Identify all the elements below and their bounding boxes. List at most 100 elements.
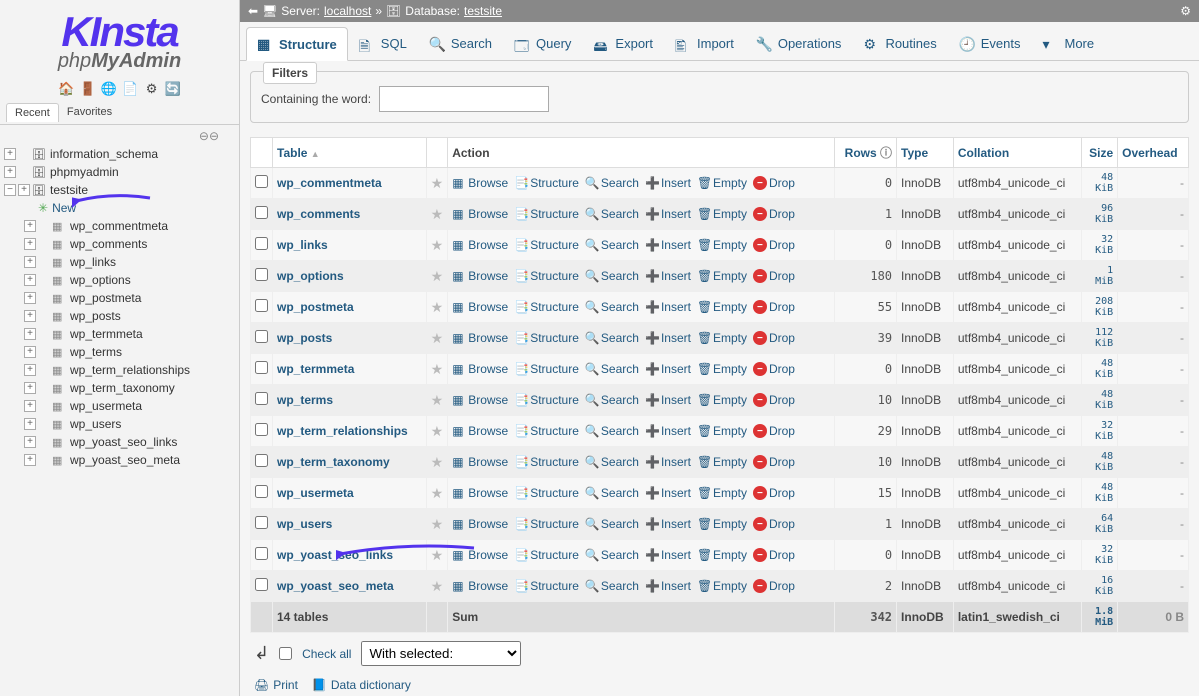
favorite-star[interactable]: ★ xyxy=(426,230,448,261)
favorite-star[interactable]: ★ xyxy=(426,261,448,292)
drop-link[interactable]: −Drop xyxy=(753,455,795,469)
empty-link[interactable]: 🗑Empty xyxy=(697,486,747,500)
favorite-star[interactable]: ★ xyxy=(426,354,448,385)
empty-link[interactable]: 🗑Empty xyxy=(697,424,747,438)
insert-link[interactable]: ➕Insert xyxy=(645,486,691,500)
collapse-icon[interactable]: ⊖⊖ xyxy=(0,125,239,145)
structure-link[interactable]: 📑Structure xyxy=(514,548,579,562)
browse-link[interactable]: ▦Browse xyxy=(452,424,508,438)
search-link[interactable]: 🔍Search xyxy=(585,238,639,252)
insert-link[interactable]: ➕Insert xyxy=(645,300,691,314)
structure-link[interactable]: 📑Structure xyxy=(514,331,579,345)
expand-icon[interactable]: + xyxy=(24,220,36,232)
empty-link[interactable]: 🗑Empty xyxy=(697,455,747,469)
tree-table-wp_yoast_seo_links[interactable]: ++wp_yoast_seo_links xyxy=(4,433,235,451)
nav-left-icon[interactable]: ⬅ xyxy=(248,4,258,18)
empty-link[interactable]: 🗑Empty xyxy=(697,176,747,190)
col-collation[interactable]: Collation xyxy=(953,138,1081,168)
expand-icon[interactable]: − xyxy=(4,184,16,196)
insert-link[interactable]: ➕Insert xyxy=(645,176,691,190)
insert-link[interactable]: ➕Insert xyxy=(645,331,691,345)
favorite-star[interactable]: ★ xyxy=(426,199,448,230)
tree-table-wp_commentmeta[interactable]: ++wp_commentmeta xyxy=(4,217,235,235)
tree-table-wp_yoast_seo_meta[interactable]: ++wp_yoast_seo_meta xyxy=(4,451,235,469)
empty-link[interactable]: 🗑Empty xyxy=(697,238,747,252)
search-link[interactable]: 🔍Search xyxy=(585,517,639,531)
expand-icon[interactable]: + xyxy=(24,310,36,322)
structure-link[interactable]: 📑Structure xyxy=(514,238,579,252)
col-size[interactable]: Size xyxy=(1081,138,1117,168)
structure-link[interactable]: 📑Structure xyxy=(514,393,579,407)
browse-link[interactable]: ▦Browse xyxy=(452,393,508,407)
expand-icon[interactable]: + xyxy=(24,364,36,376)
tab-search[interactable]: 🔍Search xyxy=(418,26,503,60)
expand-icon[interactable]: + xyxy=(24,292,36,304)
browse-link[interactable]: ▦Browse xyxy=(452,331,508,345)
tree-table-wp_postmeta[interactable]: ++wp_postmeta xyxy=(4,289,235,307)
expand-icon[interactable]: + xyxy=(24,454,36,466)
browse-link[interactable]: ▦Browse xyxy=(452,579,508,593)
tree-table-wp_users[interactable]: ++wp_users xyxy=(4,415,235,433)
browse-link[interactable]: ▦Browse xyxy=(452,517,508,531)
empty-link[interactable]: 🗑Empty xyxy=(697,517,747,531)
browse-link[interactable]: ▦Browse xyxy=(452,300,508,314)
insert-link[interactable]: ➕Insert xyxy=(645,269,691,283)
check-all-label[interactable]: Check all xyxy=(302,647,351,661)
table-name-link[interactable]: wp_options xyxy=(277,269,344,283)
expand-icon[interactable]: + xyxy=(24,382,36,394)
tab-sql[interactable]: 🗎SQL xyxy=(348,26,418,60)
search-link[interactable]: 🔍Search xyxy=(585,486,639,500)
drop-link[interactable]: −Drop xyxy=(753,393,795,407)
table-name-link[interactable]: wp_term_relationships xyxy=(277,424,408,438)
expand-icon[interactable]: + xyxy=(24,274,36,286)
tab-more[interactable]: ▾More xyxy=(1032,26,1106,60)
favorite-star[interactable]: ★ xyxy=(426,509,448,540)
search-link[interactable]: 🔍Search xyxy=(585,269,639,283)
check-all[interactable] xyxy=(279,647,292,660)
tree-table-wp_term_taxonomy[interactable]: ++wp_term_taxonomy xyxy=(4,379,235,397)
insert-link[interactable]: ➕Insert xyxy=(645,579,691,593)
drop-link[interactable]: −Drop xyxy=(753,207,795,221)
drop-link[interactable]: −Drop xyxy=(753,579,795,593)
col-table[interactable]: Table ▲ xyxy=(273,138,427,168)
db-testsite[interactable]: −+testsite xyxy=(4,181,235,199)
insert-link[interactable]: ➕Insert xyxy=(645,393,691,407)
table-name-link[interactable]: wp_terms xyxy=(277,393,333,407)
empty-link[interactable]: 🗑Empty xyxy=(697,331,747,345)
page-settings-icon[interactable]: ⚙ xyxy=(1180,4,1191,18)
tree-table-wp_options[interactable]: ++wp_options xyxy=(4,271,235,289)
tab-operations[interactable]: 🔧Operations xyxy=(745,26,853,60)
favorite-star[interactable]: ★ xyxy=(426,385,448,416)
search-link[interactable]: 🔍Search xyxy=(585,331,639,345)
tab-structure[interactable]: ▦Structure xyxy=(246,27,348,61)
tab-recent[interactable]: Recent xyxy=(6,103,59,122)
search-link[interactable]: 🔍Search xyxy=(585,579,639,593)
insert-link[interactable]: ➕Insert xyxy=(645,362,691,376)
new-table[interactable]: New xyxy=(4,199,235,217)
insert-link[interactable]: ➕Insert xyxy=(645,517,691,531)
row-checkbox[interactable] xyxy=(255,237,268,250)
search-link[interactable]: 🔍Search xyxy=(585,393,639,407)
browse-link[interactable]: ▦Browse xyxy=(452,269,508,283)
structure-link[interactable]: 📑Structure xyxy=(514,424,579,438)
table-name-link[interactable]: wp_postmeta xyxy=(277,300,354,314)
expand-icon[interactable]: + xyxy=(24,328,36,340)
drop-link[interactable]: −Drop xyxy=(753,548,795,562)
tree-table-wp_posts[interactable]: ++wp_posts xyxy=(4,307,235,325)
table-name-link[interactable]: wp_comments xyxy=(277,207,360,221)
row-checkbox[interactable] xyxy=(255,299,268,312)
row-checkbox[interactable] xyxy=(255,578,268,591)
drop-link[interactable]: −Drop xyxy=(753,362,795,376)
db-phpmyadmin[interactable]: ++phpmyadmin xyxy=(4,163,235,181)
search-link[interactable]: 🔍Search xyxy=(585,300,639,314)
tab-events[interactable]: 🕘Events xyxy=(948,26,1032,60)
favorite-star[interactable]: ★ xyxy=(426,168,448,199)
tab-import[interactable]: 🖺Import xyxy=(664,26,745,60)
favorite-star[interactable]: ★ xyxy=(426,478,448,509)
structure-link[interactable]: 📑Structure xyxy=(514,517,579,531)
table-name-link[interactable]: wp_links xyxy=(277,238,328,252)
docs-icon[interactable]: 📄 xyxy=(122,81,138,97)
structure-link[interactable]: 📑Structure xyxy=(514,362,579,376)
browse-link[interactable]: ▦Browse xyxy=(452,207,508,221)
empty-link[interactable]: 🗑Empty xyxy=(697,300,747,314)
